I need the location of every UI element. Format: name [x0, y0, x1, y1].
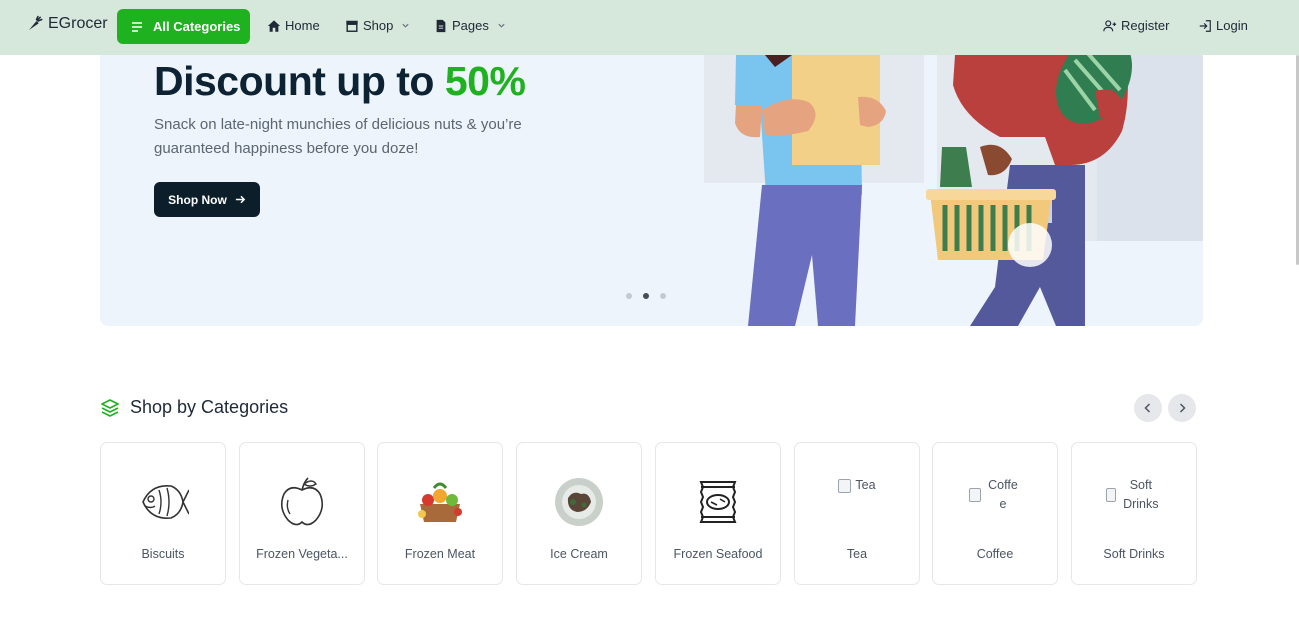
category-image	[101, 476, 225, 536]
chips-bag-icon	[699, 481, 737, 523]
category-card-soft-drinks[interactable]: Soft Drinks Soft Drinks	[1071, 442, 1197, 585]
nav-home[interactable]: Home	[267, 18, 320, 33]
arrow-right-icon	[235, 195, 246, 204]
all-categories-button[interactable]: All Categories	[117, 9, 250, 44]
carousel-dot[interactable]	[626, 293, 632, 299]
categories-title: Shop by Categories	[130, 397, 289, 417]
plated-dish-icon	[555, 478, 603, 526]
categories-prev-button[interactable]	[1134, 394, 1162, 422]
category-image: Tea	[795, 476, 919, 536]
menu-icon	[132, 21, 142, 32]
broken-image-icon: Soft Drinks	[1106, 476, 1162, 514]
all-categories-label: All Categories	[153, 19, 241, 34]
shop-now-button[interactable]: Shop Now	[154, 182, 260, 217]
category-name: Coffee	[976, 547, 1014, 561]
produce-basket-icon	[418, 482, 462, 522]
chevron-right-icon	[1179, 403, 1186, 413]
brand-name: EGrocer	[48, 15, 108, 32]
nav-pages-label: Pages	[452, 18, 489, 33]
brand-logo[interactable]: EGrocer	[26, 15, 108, 33]
hero-banner: Discount up to 50% Snack on late-night m…	[100, 55, 1203, 326]
login-label: Login	[1216, 18, 1248, 33]
chevron-down-icon	[498, 23, 505, 28]
category-card-frozen-vegetables[interactable]: Frozen Vegeta...	[239, 442, 365, 585]
image-alt-text: Tea	[855, 478, 876, 492]
hero-title-prefix: Discount up to	[154, 58, 434, 104]
hero-illustration	[704, 55, 1203, 326]
category-card-ice-cream[interactable]: Ice Cream	[516, 442, 642, 585]
login-icon	[1199, 19, 1211, 32]
category-name: Frozen Seafood	[673, 547, 763, 561]
category-image: Soft Drinks	[1072, 476, 1196, 536]
hero-title-highlight: 50%	[444, 58, 526, 104]
layers-icon	[101, 398, 119, 417]
nav-pages[interactable]: Pages	[434, 18, 506, 33]
category-card-frozen-seafood[interactable]: Frozen Seafood	[655, 442, 781, 585]
shop-now-label: Shop Now	[168, 192, 227, 207]
carousel-dot[interactable]	[643, 293, 649, 299]
broken-image-icon: Tea	[827, 476, 887, 495]
image-alt-text: Soft Drinks	[1123, 478, 1159, 511]
category-image	[656, 476, 780, 536]
navbar: EGrocer All Categories Home Shop Pages R…	[0, 0, 1299, 55]
apple-icon	[280, 477, 324, 526]
shop-icon	[346, 20, 358, 32]
category-image: Coffe e	[933, 476, 1057, 536]
category-image	[240, 476, 364, 536]
register-link[interactable]: Register	[1103, 18, 1169, 33]
nav-shop[interactable]: Shop	[345, 18, 410, 33]
hero-title: Discount up to 50%	[154, 58, 526, 105]
category-card-biscuits[interactable]: Biscuits	[100, 442, 226, 585]
category-image	[517, 476, 641, 536]
user-plus-icon	[1103, 19, 1117, 31]
chevron-down-icon	[402, 23, 409, 28]
category-name: Biscuits	[141, 547, 185, 561]
category-name: Tea	[846, 547, 868, 561]
broken-image-icon: Coffe e	[969, 476, 1021, 514]
category-name: Ice Cream	[550, 547, 608, 561]
categories-header: Shop by Categories	[100, 397, 288, 418]
category-card-frozen-meat[interactable]: Frozen Meat	[377, 442, 503, 585]
nav-home-label: Home	[285, 18, 320, 33]
hero-subtitle: Snack on late-night munchies of deliciou…	[154, 116, 522, 157]
carousel-indicators	[626, 293, 666, 299]
login-link[interactable]: Login	[1198, 18, 1248, 33]
nav-shop-label: Shop	[363, 18, 394, 33]
register-label: Register	[1121, 18, 1170, 33]
category-image	[378, 476, 502, 536]
document-icon	[436, 19, 446, 32]
carousel-dot[interactable]	[660, 293, 666, 299]
image-alt-text: Coffe e	[988, 478, 1018, 511]
categories-next-button[interactable]	[1168, 394, 1196, 422]
carrot-icon	[29, 15, 43, 30]
chevron-left-icon	[1144, 403, 1151, 413]
home-icon	[267, 19, 281, 32]
category-name: Frozen Meat	[404, 547, 476, 561]
category-card-coffee[interactable]: Coffe e Coffee	[932, 442, 1058, 585]
fish-icon	[142, 485, 189, 519]
category-name: Soft Drinks	[1103, 547, 1165, 561]
category-card-tea[interactable]: Tea Tea	[794, 442, 920, 585]
category-name: Frozen Vegeta...	[256, 547, 348, 561]
